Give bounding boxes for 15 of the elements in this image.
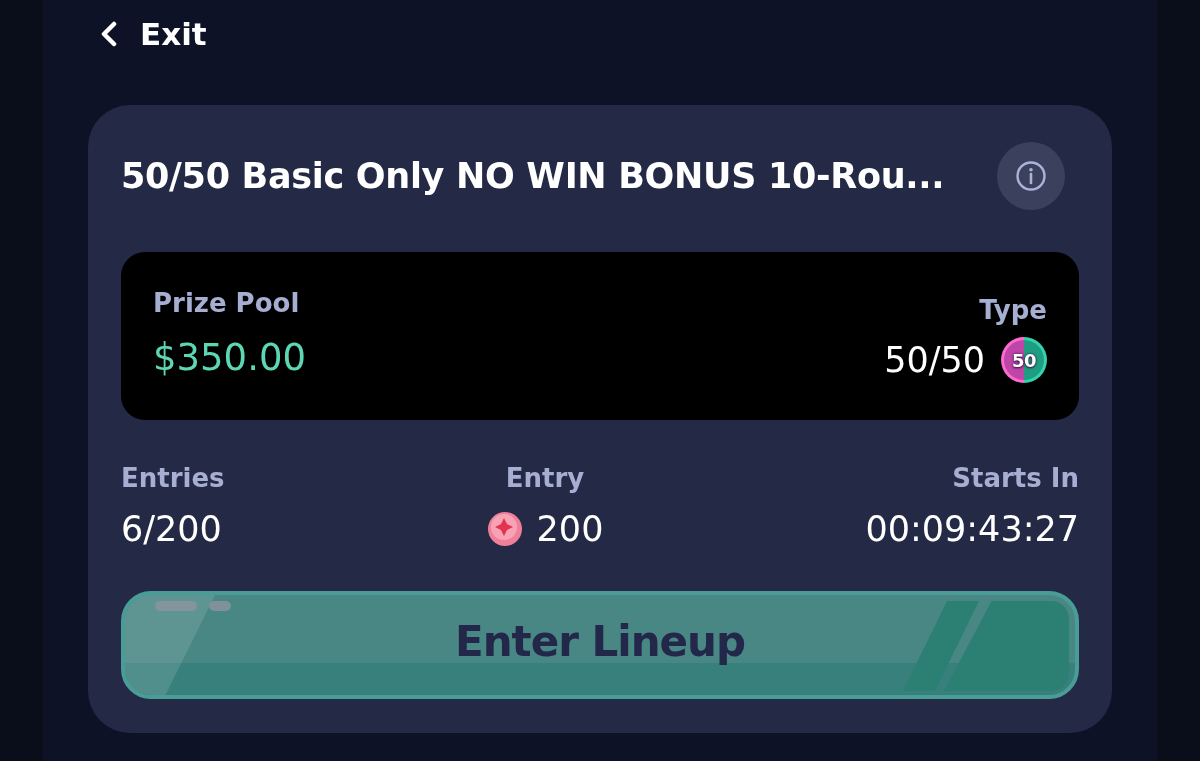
info-icon — [1016, 161, 1046, 191]
coin-icon — [486, 511, 523, 547]
type-value: 50/50 — [884, 339, 985, 382]
type-label: Type — [979, 294, 1047, 327]
stat-value: 00:09:43:27 — [865, 508, 1079, 551]
stat-value: 200 — [536, 508, 604, 551]
prize-pool-value: $350.00 — [153, 335, 306, 381]
stat-label: Entry — [505, 462, 585, 495]
stat-label: Entries — [121, 462, 225, 495]
contest-title: 50/50 Basic Only NO WIN BONUS 10-Rou... — [121, 156, 945, 196]
stat-value: 6/200 — [121, 508, 222, 551]
stat-label: Starts In — [952, 462, 1079, 495]
prize-pool-label: Prize Pool — [153, 287, 300, 320]
exit-button[interactable]: Exit — [88, 14, 207, 54]
chevron-left-icon — [100, 21, 118, 47]
